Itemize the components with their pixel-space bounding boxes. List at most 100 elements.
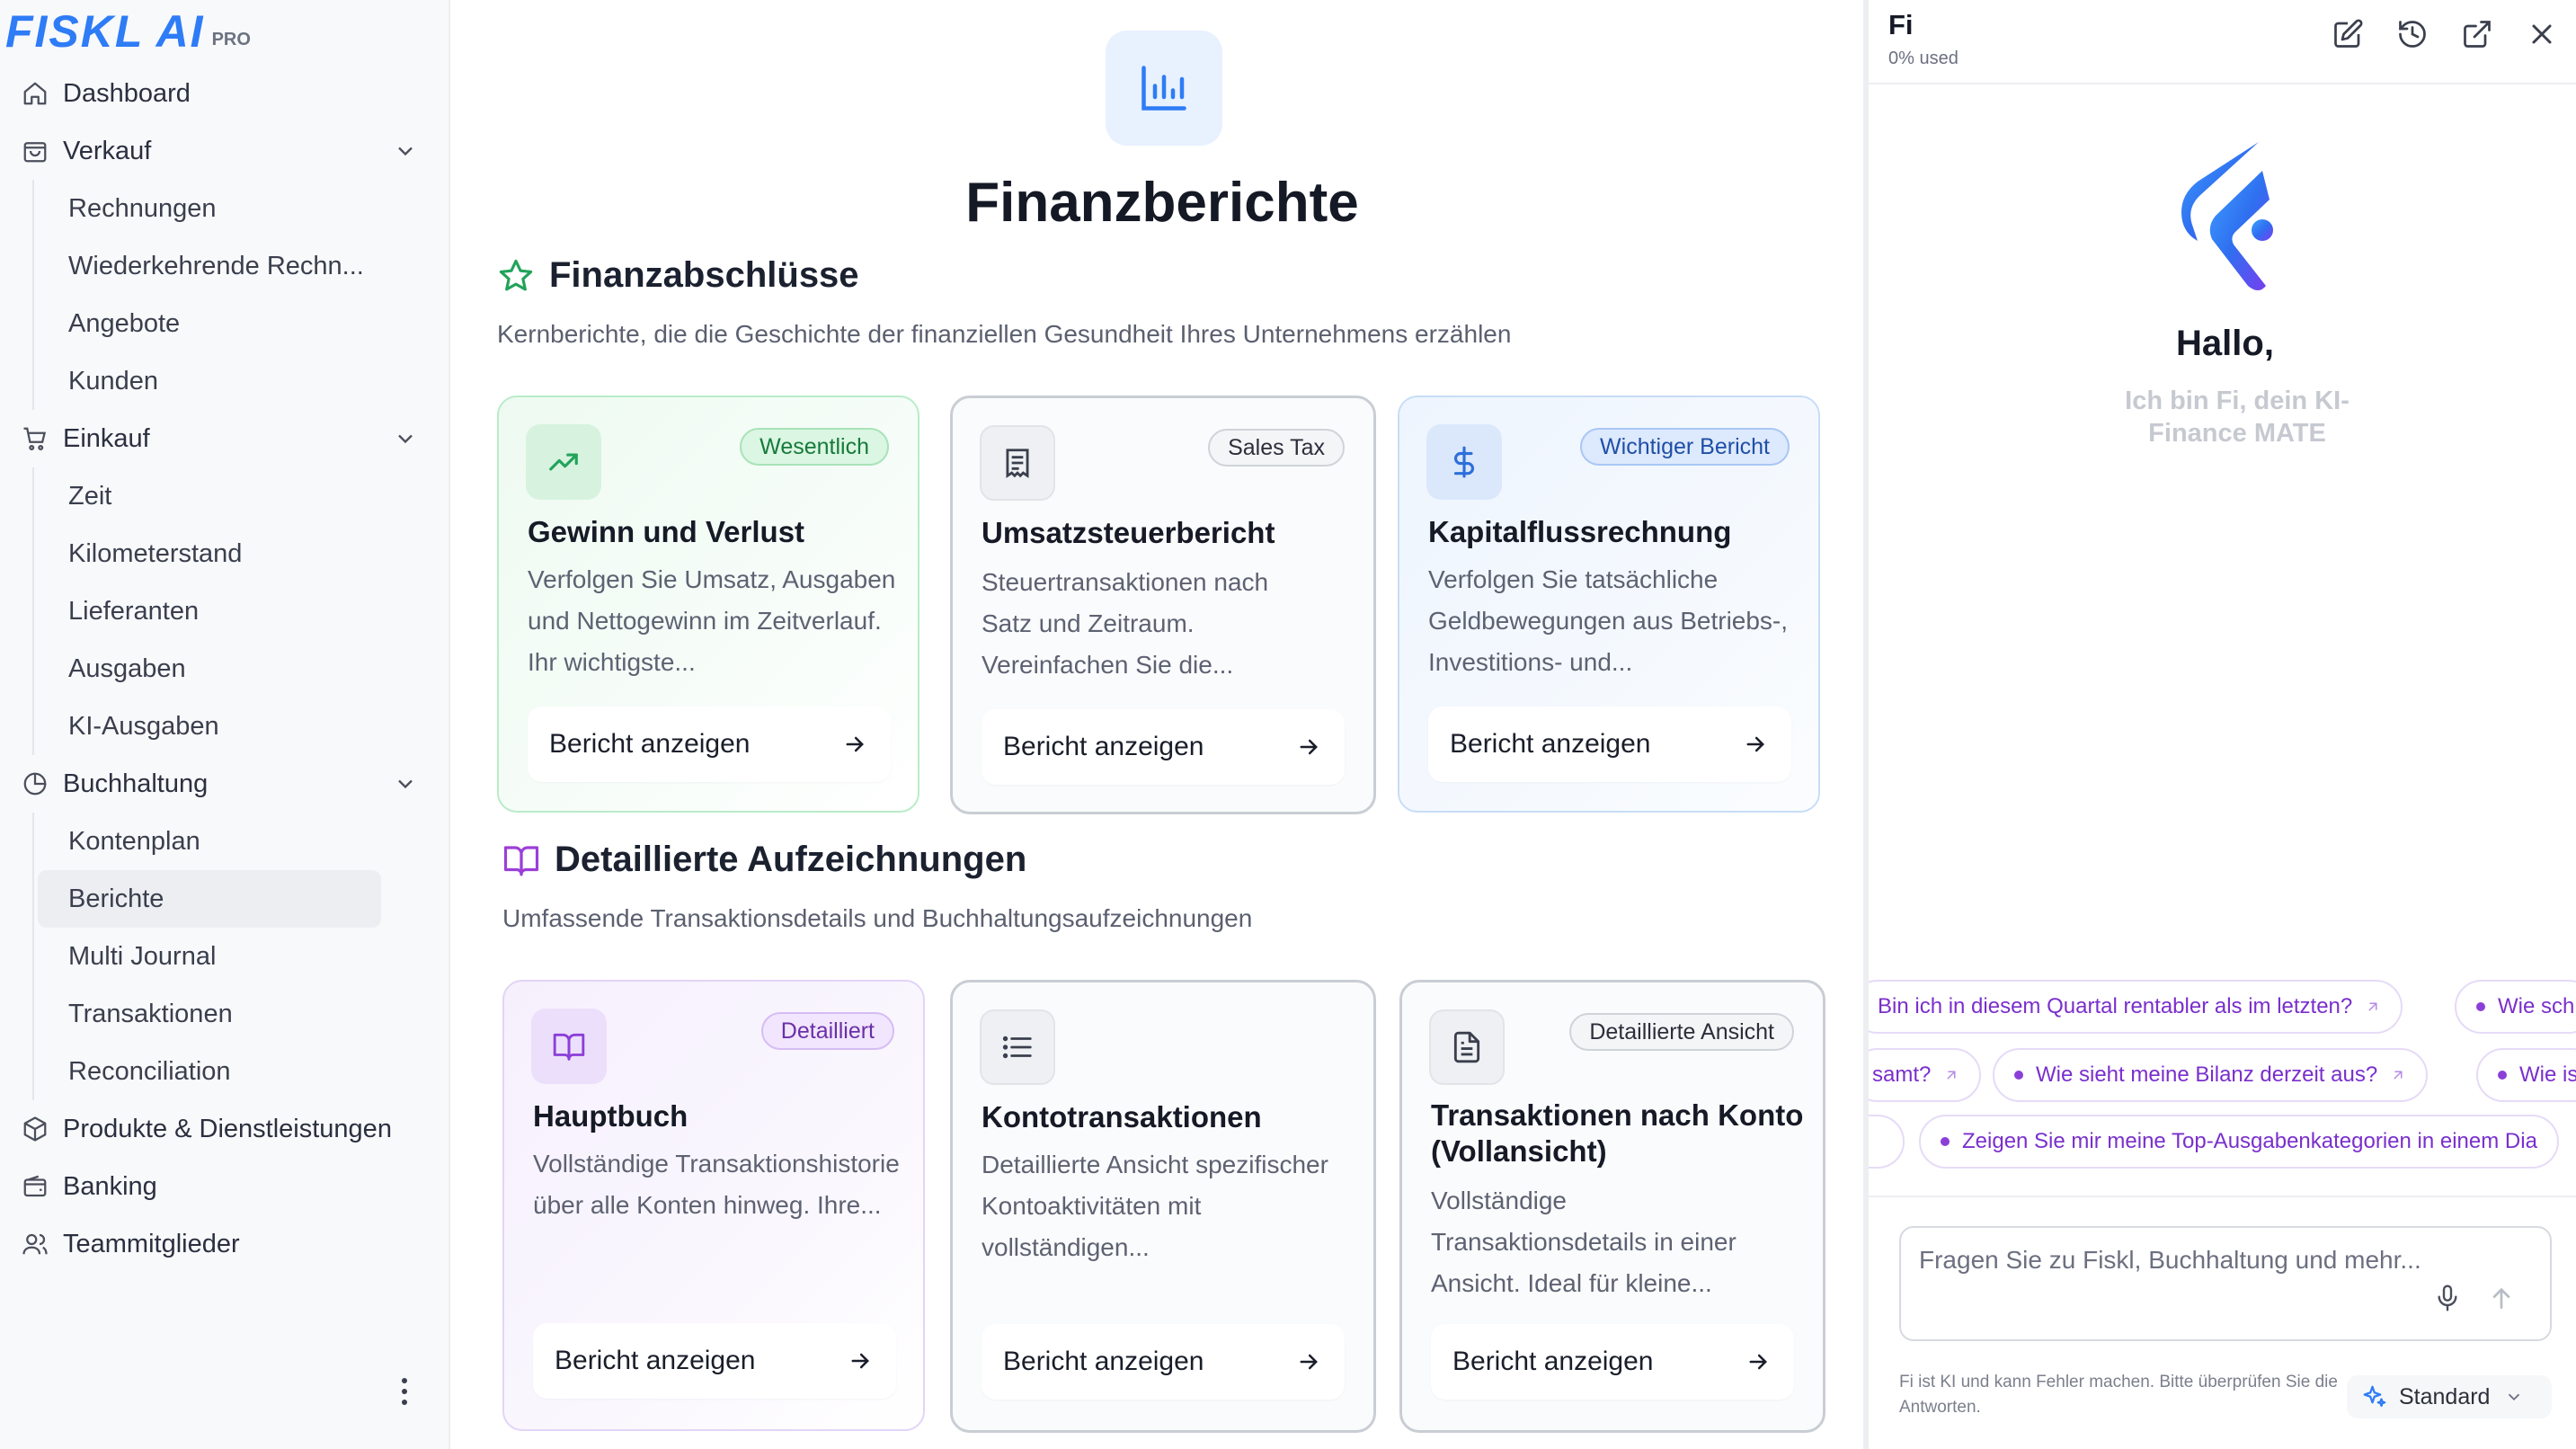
view-report-button[interactable]: Bericht anzeigen [533, 1323, 896, 1399]
report-card-kapitalfluss[interactable]: Wichtiger Bericht Kapitalflussrechnung V… [1398, 396, 1820, 813]
button-label: Bericht anzeigen [1003, 1347, 1204, 1376]
chevron-down-icon [2509, 1393, 2520, 1401]
star-icon [499, 259, 533, 290]
sidebar-item-transaktionen[interactable]: Transaktionen [38, 985, 450, 1043]
mode-select[interactable]: Standard [2347, 1375, 2552, 1418]
more-vertical-icon[interactable] [395, 1375, 413, 1408]
microphone-icon[interactable] [2433, 1284, 2462, 1312]
chat-toolbar [2299, 18, 2558, 50]
send-arrow-up-icon[interactable] [2487, 1284, 2516, 1312]
card-description: Verfolgen Sie Umsatz, Ausgaben und Netto… [528, 565, 896, 676]
main-content: Finanzberichte Finanzabschlüsse Kernberi… [452, 0, 1863, 1449]
sidebar-item-label: Produkte & Dienstleistungen [63, 1114, 392, 1143]
suggestion-chip[interactable]: samt? [1869, 1048, 1982, 1102]
submenu-verkauf: Rechnungen Wiederkehrende Rechn... Angeb… [32, 180, 450, 410]
card-title: Transaktionen nach Konto (Vollansicht) [1431, 1098, 1804, 1168]
view-report-button[interactable]: Bericht anzeigen [982, 709, 1345, 785]
chat-input-box [1899, 1226, 2552, 1341]
report-card-umsatzsteuer[interactable]: Sales Tax Umsatzsteuerbericht Steuertran… [950, 396, 1376, 814]
sidebar-item-kontenplan[interactable]: Kontenplan [38, 813, 450, 870]
sidebar-item-label: Einkauf [63, 423, 150, 453]
logo[interactable]: FISKL AI PRO [5, 9, 251, 54]
external-link-icon[interactable] [2461, 18, 2493, 50]
report-card-gewinn-verlust[interactable]: Wesentlich Gewinn und Verlust Verfolgen … [497, 396, 919, 813]
card-badge: Detailliert [760, 1012, 894, 1050]
sidebar-item-reconciliation[interactable]: Reconciliation [38, 1043, 450, 1100]
view-report-button[interactable]: Bericht anzeigen [528, 707, 891, 782]
bullet-dot [1941, 1137, 1950, 1146]
suggestion-chip[interactable]: Zeigen Sie mir meine Top-Ausgabenkategor… [1919, 1115, 2559, 1169]
section-detaillierte-desc: Umfassende Transaktionsdetails und Buchh… [502, 904, 1253, 932]
page-title: Finanzberichte [965, 172, 1359, 234]
sidebar-item-banking[interactable]: Banking [0, 1158, 450, 1215]
sidebar-item-rechnungen[interactable]: Rechnungen [38, 180, 450, 237]
button-label: Bericht anzeigen [555, 1346, 756, 1375]
divider [1869, 83, 2576, 84]
trending-up-icon [526, 424, 601, 500]
card-title: Gewinn und Verlust [528, 515, 805, 548]
chevron-down-icon[interactable] [393, 771, 418, 796]
view-report-button[interactable]: Bericht anzeigen [1431, 1324, 1794, 1400]
chat-input[interactable] [1919, 1242, 2422, 1329]
sidebar-item-dashboard[interactable]: Dashboard [0, 65, 450, 122]
card-badge: Wichtiger Bericht [1580, 428, 1790, 466]
arrow-up-right-icon [1947, 1071, 1956, 1080]
sidebar-item-verkauf[interactable]: Verkauf [0, 122, 450, 180]
suggestion-chip[interactable] [1869, 1115, 1905, 1169]
sidebar-item-ausgaben[interactable]: Ausgaben [38, 640, 450, 698]
sidebar-item-teammitglieder[interactable]: Teammitglieder [0, 1215, 450, 1273]
arrow-right-icon [1300, 739, 1318, 755]
mode-label: Standard [2399, 1383, 2491, 1409]
sidebar-item-ki-ausgaben[interactable]: KI-Ausgaben [38, 698, 450, 755]
book-open-icon [531, 1009, 607, 1084]
bar-chart-icon [1106, 31, 1222, 146]
sidebar-item-berichte[interactable]: Berichte [38, 870, 381, 928]
suggestion-chips: Bin ich in diesem Quartal rentabler als … [1869, 971, 2576, 1187]
cart-icon [20, 423, 50, 454]
bullet-dot [2014, 1071, 2023, 1080]
chip-label: Wie sch [2498, 994, 2575, 1018]
close-icon[interactable] [2526, 18, 2558, 50]
ai-disclaimer: Fi ist KI und kann Fehler machen. Bitte … [1899, 1373, 2338, 1417]
new-chat-icon[interactable] [2332, 18, 2364, 50]
report-card-transaktionen-nach-konto[interactable]: Detaillierte Ansicht Transaktionen nach … [1399, 980, 1825, 1433]
submenu-buchhaltung: Kontenplan Berichte Multi Journal Transa… [32, 813, 450, 1100]
divider [1869, 1196, 2576, 1197]
card-title: Hauptbuch [533, 1099, 688, 1133]
history-icon[interactable] [2396, 18, 2429, 50]
suggestion-chip[interactable]: Wie sieht meine Bilanz derzeit aus? [1993, 1048, 2429, 1102]
card-description: Steuertransaktionen nach Satz und Zeitra… [982, 568, 1269, 679]
logo-pro-badge: PRO [211, 30, 251, 49]
sidebar-item-kunden[interactable]: Kunden [38, 352, 450, 410]
sidebar-item-wiederkehrende-rechnungen[interactable]: Wiederkehrende Rechn... [38, 237, 450, 295]
view-report-button[interactable]: Bericht anzeigen [982, 1324, 1345, 1400]
card-description: Detaillierte Ansicht spezifischer Kontoa… [982, 1151, 1328, 1261]
section-title-text: Detaillierte Aufzeichnungen [555, 840, 1027, 879]
chevron-down-icon[interactable] [393, 138, 418, 164]
sidebar-item-buchhaltung[interactable]: Buchhaltung [0, 755, 450, 813]
chip-label: Wie sieht meine Bilanz derzeit aus? [2036, 1062, 2378, 1087]
wallet-icon [20, 1171, 50, 1202]
chat-assistant-name: Fi [1888, 9, 1914, 40]
card-title: Umsatzsteuerbericht [982, 516, 1275, 549]
report-card-kontotransaktionen[interactable]: Kontotransaktionen Detaillierte Ansicht … [950, 980, 1376, 1433]
suggestion-chip[interactable]: Wie is [2476, 1048, 2576, 1102]
report-card-hauptbuch[interactable]: Detailliert Hauptbuch Vollständige Trans… [502, 980, 925, 1431]
sidebar-item-produkte[interactable]: Produkte & Dienstleistungen [0, 1100, 450, 1158]
suggestion-chip[interactable]: Bin ich in diesem Quartal rentabler als … [1869, 980, 2403, 1034]
chat-greeting: Hallo, [2176, 324, 2274, 363]
sidebar-item-kilometerstand[interactable]: Kilometerstand [38, 525, 450, 582]
chevron-down-icon[interactable] [393, 426, 418, 451]
sidebar-item-zeit[interactable]: Zeit [38, 467, 450, 525]
fi-logo-icon [2181, 142, 2273, 290]
sidebar-item-angebote[interactable]: Angebote [38, 295, 450, 352]
view-report-button[interactable]: Bericht anzeigen [1428, 707, 1791, 782]
chip-label: Wie is [2519, 1062, 2576, 1087]
sidebar-item-einkauf[interactable]: Einkauf [0, 410, 450, 467]
sidebar-item-multi-journal[interactable]: Multi Journal [38, 928, 450, 985]
arrow-up-right-icon [2394, 1071, 2403, 1080]
chip-label: Bin ich in diesem Quartal rentabler als … [1878, 994, 2353, 1018]
arrow-right-icon [1300, 1354, 1318, 1370]
suggestion-chip[interactable]: Wie sch [2455, 980, 2576, 1034]
sidebar-item-lieferanten[interactable]: Lieferanten [38, 582, 450, 640]
